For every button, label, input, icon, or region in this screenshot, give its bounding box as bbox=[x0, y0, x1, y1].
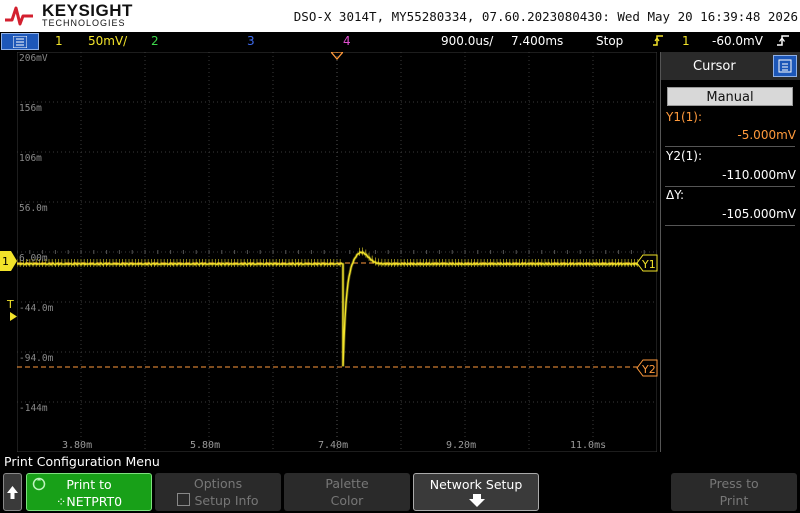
print-to-value-row: ⁘NETPRT0 bbox=[27, 494, 151, 509]
trigger-edge-icon-right bbox=[776, 34, 790, 50]
ch1-waveform-glow bbox=[17, 250, 640, 367]
network-printer-icon: ⁘ bbox=[55, 494, 67, 509]
y-axis-label: 56.0m bbox=[19, 203, 48, 214]
x-axis-label: 3.80m bbox=[62, 440, 93, 451]
y2-cursor-marker[interactable]: Y2 bbox=[636, 359, 658, 377]
palette-label: Palette bbox=[325, 476, 369, 491]
y-axis-label: 156m bbox=[19, 103, 42, 114]
ch3-number[interactable]: 3 bbox=[247, 34, 255, 48]
x-axis-label: 9.20m bbox=[446, 440, 477, 451]
main-menu-button[interactable] bbox=[1, 33, 39, 50]
x-axis-label: 5.80m bbox=[190, 440, 221, 451]
y-axis-label: 6.00m bbox=[19, 253, 48, 264]
x-axis-label: 7.40m bbox=[318, 440, 349, 451]
options-label: Options bbox=[193, 476, 243, 491]
trigger-position-marker[interactable] bbox=[331, 52, 343, 60]
options-softkey[interactable]: Options Setup Info bbox=[155, 473, 281, 511]
trigger-source[interactable]: 1 bbox=[682, 34, 690, 48]
y2-value[interactable]: -110.000mV bbox=[722, 168, 796, 182]
menu-icon bbox=[13, 36, 27, 48]
options-value: Setup Info bbox=[194, 493, 259, 508]
y2-marker-label: Y2 bbox=[641, 363, 656, 376]
print-to-value: NETPRT0 bbox=[66, 494, 123, 509]
title-bar: KEYSIGHT TECHNOLOGIES DSO-X 3014T, MY552… bbox=[0, 0, 800, 32]
submenu-arrow-icon bbox=[469, 494, 485, 507]
timebase-delay[interactable]: 7.400ms bbox=[511, 34, 563, 48]
panel-menu-icon bbox=[778, 59, 792, 73]
instrument-info: DSO-X 3014T, MY55280334, 07.60.202308043… bbox=[293, 9, 798, 24]
y1-label: Y1(1): bbox=[666, 110, 703, 124]
setup-info-checkbox[interactable] bbox=[177, 493, 191, 506]
print-to-label: Print to bbox=[66, 477, 112, 492]
ch1-scale[interactable]: 50mV/ bbox=[88, 34, 127, 48]
panel-menu-button[interactable] bbox=[773, 55, 797, 77]
ch1-marker-label: 1 bbox=[2, 255, 9, 268]
print-to-softkey[interactable]: Print to ⁘NETPRT0 bbox=[26, 473, 152, 511]
cursor-divider bbox=[665, 225, 795, 226]
softkey-menu: Print Configuration Menu Print to ⁘NETPR… bbox=[0, 452, 800, 512]
trigger-level[interactable]: -60.0mV bbox=[712, 34, 763, 48]
keysight-logo-icon bbox=[5, 6, 33, 26]
cursor-panel-header: Cursor bbox=[661, 52, 800, 80]
brand-subtitle: TECHNOLOGIES bbox=[42, 18, 126, 28]
network-setup-label: Network Setup bbox=[429, 477, 523, 492]
x-axis-label: 11.0ms bbox=[570, 440, 607, 451]
run-state[interactable]: Stop bbox=[596, 34, 623, 48]
back-arrow-icon bbox=[7, 486, 18, 499]
cursor-panel-title: Cursor bbox=[693, 59, 736, 74]
cursor-mode-button[interactable]: Manual bbox=[667, 87, 793, 106]
ch1-ground-marker[interactable]: 1 bbox=[0, 251, 17, 271]
timebase-scale[interactable]: 900.0us/ bbox=[441, 34, 493, 48]
cursor-divider bbox=[665, 146, 795, 147]
network-setup-softkey[interactable]: Network Setup bbox=[413, 473, 539, 511]
y2-label: Y2(1): bbox=[666, 149, 703, 163]
back-button[interactable] bbox=[3, 473, 22, 511]
ch1-number[interactable]: 1 bbox=[55, 34, 63, 48]
palette-value: Color bbox=[330, 493, 364, 508]
menu-title: Print Configuration Menu bbox=[4, 454, 160, 469]
trigger-edge-icon bbox=[652, 34, 664, 50]
waveform-display[interactable] bbox=[17, 52, 657, 452]
y1-cursor-marker[interactable]: Y1 bbox=[636, 254, 658, 272]
y-axis-label: 106m bbox=[19, 153, 42, 164]
y-axis-label: 206mV bbox=[19, 53, 48, 64]
y1-value[interactable]: -5.000mV bbox=[737, 128, 796, 142]
ch1-waveform bbox=[17, 251, 640, 367]
ch2-number[interactable]: 2 bbox=[151, 34, 159, 48]
y-axis-label: -144m bbox=[19, 403, 48, 414]
palette-softkey[interactable]: Palette Color bbox=[284, 473, 410, 511]
delta-y-value: -105.000mV bbox=[722, 207, 796, 221]
press-to-label: Press to bbox=[709, 476, 759, 491]
options-value-row: Setup Info bbox=[155, 493, 281, 508]
ch4-number[interactable]: 4 bbox=[343, 34, 351, 48]
y-axis-label: -44.0m bbox=[19, 303, 54, 314]
status-bar: 1 50mV/ 2 3 4 900.0us/ 7.400ms Stop 1 -6… bbox=[0, 32, 800, 52]
trigger-arrow-icon bbox=[10, 312, 17, 321]
print-softkey[interactable]: Press to Print bbox=[671, 473, 797, 511]
cursor-divider bbox=[665, 186, 795, 187]
y1-marker-label: Y1 bbox=[641, 258, 656, 271]
waveform-graticule bbox=[17, 52, 657, 452]
press-to-value: Print bbox=[719, 493, 749, 508]
cursor-panel: Cursor Manual Y1(1): -5.000mV Y2(1): -11… bbox=[660, 52, 800, 452]
trigger-level-marker[interactable]: T bbox=[7, 298, 14, 311]
delta-y-label: ΔY: bbox=[666, 188, 684, 202]
y-axis-label: -94.0m bbox=[19, 353, 54, 364]
